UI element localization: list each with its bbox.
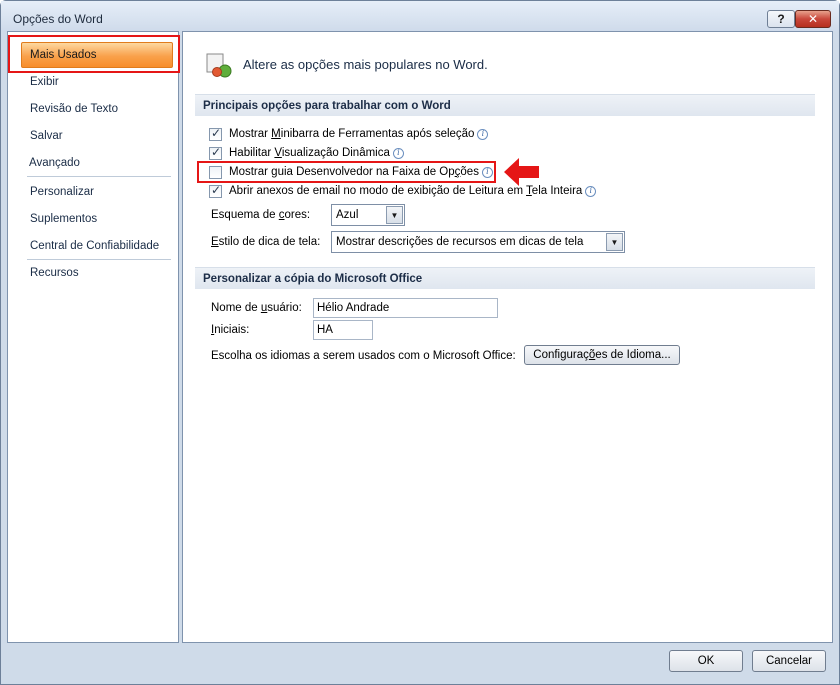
username-input[interactable]: Hélio Andrade [313,298,498,318]
languages-label: Escolha os idiomas a serem usados com o … [211,350,516,362]
section-title-personalize: Personalizar a cópia do Microsoft Office [195,267,815,289]
sidebar-item-recursos[interactable]: Recursos [30,267,79,279]
username-label: Nome de usuário: [211,302,302,314]
checkbox-leitura[interactable] [209,183,222,198]
tooltip-style-select[interactable]: Mostrar descrições de recursos em dicas … [331,231,625,253]
info-icon: i [585,185,597,197]
initials-label: Iniciais: [211,324,250,336]
sidebar-item-avancado[interactable]: Avançado [29,157,80,169]
checkbox-row-minibarra[interactable]: Mostrar Minibarra de Ferramentas após se… [209,126,489,142]
window-title: Opções do Word [13,12,103,26]
panel-header-text: Altere as opções mais populares no Word. [243,57,488,72]
checkbox-row-leitura[interactable]: Abrir anexos de email no modo de exibiçã… [209,183,597,199]
chevron-down-icon[interactable]: ▼ [606,233,623,251]
sidebar-divider [27,259,171,260]
info-icon: i [392,147,404,159]
sidebar-item-personalizar[interactable]: Personalizar [30,186,94,198]
dialog-body: Mais Usados Exibir Revisão de Texto Salv… [7,31,833,643]
language-settings-button[interactable]: Configuraç õ es de Idioma... [524,345,680,365]
checkbox-row-visualizacao[interactable]: Habilitar Visualização Dinâmica i [209,145,404,161]
panel-header: Altere as opções mais populares no Word. [183,32,832,86]
help-button[interactable]: ? [767,10,795,28]
sidebar-item-suplementos[interactable]: Suplementos [30,213,97,225]
color-scheme-select[interactable]: Azul ▼ [331,204,405,226]
ok-button[interactable]: OK [669,650,743,672]
color-scheme-value: Azul [336,209,359,221]
tooltip-style-value: Mostrar descrições de recursos em dicas … [336,236,584,248]
tooltip-style-label: Estilo de dica de tela: [211,236,321,248]
sidebar-item-confiabilidade[interactable]: Central de Confiabilidade [30,240,159,252]
highlight-box [197,161,496,183]
sidebar-item-revisao[interactable]: Revisão de Texto [30,103,118,115]
cancel-button[interactable]: Cancelar [752,650,826,672]
sidebar: Mais Usados Exibir Revisão de Texto Salv… [7,31,180,643]
checkbox-label: Habilitar Visualização Dinâmica [229,147,390,159]
sidebar-item-exibir[interactable]: Exibir [30,76,59,88]
title-bar[interactable]: Opções do Word ? ✕ [1,1,839,31]
initials-input[interactable]: HA [313,320,373,340]
checkbox-minibarra[interactable] [209,126,222,141]
color-scheme-label: Esquema de cores: [211,209,311,221]
checkbox-label: Mostrar Minibarra de Ferramentas após se… [229,128,475,140]
close-button[interactable]: ✕ [795,10,831,28]
word-options-dialog: Opções do Word ? ✕ Mais Usados Exibir Re… [0,0,840,685]
sidebar-divider [27,176,171,177]
info-icon: i [477,128,489,140]
options-icon [206,53,232,78]
checkbox-visualizacao[interactable] [209,145,222,160]
sidebar-item-salvar[interactable]: Salvar [30,130,63,142]
chevron-down-icon[interactable]: ▼ [386,206,403,224]
section-title-main-options: Principais opções para trabalhar com o W… [195,94,815,116]
highlight-box [8,35,180,73]
main-panel: Altere as opções mais populares no Word.… [182,31,833,643]
checkbox-label: Abrir anexos de email no modo de exibiçã… [229,185,583,197]
